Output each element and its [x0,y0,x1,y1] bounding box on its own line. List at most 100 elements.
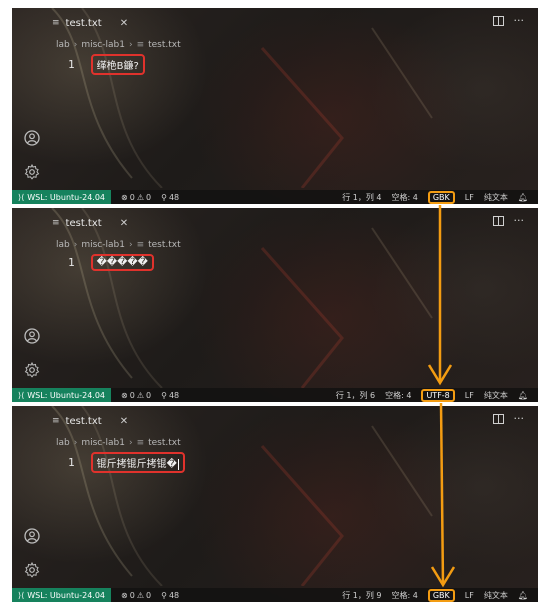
file-icon: ≡ [52,18,60,28]
breadcrumb-root[interactable]: lab [56,240,70,250]
remote-indicator[interactable]: ⟩⟨ WSL: Ubuntu-24.04 [12,190,112,204]
close-icon[interactable]: ✕ [120,218,128,229]
more-icon[interactable]: ··· [514,14,525,27]
ports-indicator[interactable]: ⚲ 48 [161,391,179,400]
eol-selector[interactable]: LF [465,391,474,400]
tab-filename: test.txt [65,217,102,229]
error-icon: ⊗ [121,390,128,400]
line-number: 1 [68,256,75,269]
problems-indicator[interactable]: ⊗ 0 ⚠ 0 [121,591,151,600]
line-number: 1 [68,456,75,469]
language-mode[interactable]: 纯文本 [484,192,508,203]
tab-filename: test.txt [65,17,102,29]
warning-icon: ⚠ [136,192,144,202]
file-icon: ≡ [52,218,60,228]
editor-tab[interactable]: ≡ test.txt ✕ [52,12,136,34]
ports-count: 48 [168,192,180,202]
bell-icon[interactable]: 🔔︎ [518,591,528,600]
breadcrumb-file[interactable]: test.txt [148,438,181,448]
breadcrumb-file[interactable]: test.txt [148,40,181,50]
editor-line[interactable]: 1 锟斤拷锟斤拷锟� [68,452,185,473]
split-editor-icon[interactable] [492,216,504,226]
error-count: 0 [129,390,135,400]
line-number: 1 [68,58,75,71]
indentation[interactable]: 空格: 4 [392,192,418,203]
gear-icon[interactable] [22,162,42,182]
remote-label: WSL: Ubuntu-24.04 [27,390,106,400]
problems-indicator[interactable]: ⊗ 0 ⚠ 0 [121,391,151,400]
eol-selector[interactable]: LF [465,193,474,202]
screenshot-panel-3: ≡ test.txt ✕ ··· lab › misc-lab1 › ≡ tes… [12,406,538,602]
indentation[interactable]: 空格: 4 [392,590,418,601]
error-count: 0 [129,590,135,600]
line-content-text: 锟斤拷锟斤拷锟� [96,459,177,470]
editor-tab[interactable]: ≡ test.txt ✕ [52,212,136,234]
cursor-position[interactable]: 行 1，列 6 [336,390,375,401]
text-cursor [177,458,179,470]
ports-indicator[interactable]: ⚲ 48 [161,193,179,202]
bell-icon[interactable]: 🔔︎ [518,391,528,400]
status-right: 行 1，列 6 空格: 4 UTF-8 LF 纯文本 🔔︎ [336,388,528,402]
cursor-position[interactable]: 行 1，列 4 [342,192,381,203]
editor-line[interactable]: 1 缂栬В鐮? [68,54,145,75]
chevron-right-icon: › [73,40,78,50]
ports-icon: ⚲ [161,390,167,400]
line-content[interactable]: 缂栬В鐮? [90,54,145,75]
problems-indicator[interactable]: ⊗ 0 ⚠ 0 [121,193,151,202]
file-icon: ≡ [136,240,145,250]
breadcrumb-file[interactable]: test.txt [148,240,181,250]
line-content-text: ����� [96,257,148,268]
ports-indicator[interactable]: ⚲ 48 [161,591,179,600]
background-artwork [51,8,433,188]
chevron-right-icon: › [73,438,78,448]
status-right: 行 1，列 9 空格: 4 GBK LF 纯文本 🔔︎ [342,588,528,602]
chevron-right-icon: › [128,438,133,448]
warning-count: 0 [145,390,152,400]
remote-indicator[interactable]: ⟩⟨ WSL: Ubuntu-24.04 [12,588,112,602]
line-content[interactable]: ����� [90,254,154,271]
line-content[interactable]: 锟斤拷锟斤拷锟� [90,452,185,473]
tab-filename: test.txt [65,415,102,427]
remote-label: WSL: Ubuntu-24.04 [27,590,106,600]
language-mode[interactable]: 纯文本 [484,390,508,401]
breadcrumb-root[interactable]: lab [56,438,70,448]
close-icon[interactable]: ✕ [120,18,128,29]
account-icon[interactable] [22,526,42,546]
gear-icon[interactable] [22,360,42,380]
breadcrumb-folder[interactable]: misc-lab1 [81,438,125,448]
more-icon[interactable]: ··· [514,214,525,227]
remote-indicator[interactable]: ⟩⟨ WSL: Ubuntu-24.04 [12,388,112,402]
breadcrumb: lab › misc-lab1 › ≡ test.txt [56,438,181,448]
cursor-position[interactable]: 行 1，列 9 [342,590,381,601]
language-mode[interactable]: 纯文本 [484,590,508,601]
account-icon[interactable] [22,128,42,148]
screenshot-panel-1: ≡ test.txt ✕ ··· lab › misc-lab1 › ≡ tes… [12,8,538,204]
encoding-selector[interactable]: GBK [427,588,455,602]
encoding-selector[interactable]: GBK [427,190,455,204]
warning-icon: ⚠ [136,390,144,400]
breadcrumb-folder[interactable]: misc-lab1 [81,240,125,250]
editor-line[interactable]: 1 ����� [68,254,154,271]
background-artwork [51,208,433,388]
split-editor-icon[interactable] [492,414,504,424]
chevron-right-icon: › [73,240,78,250]
encoding-selector[interactable]: UTF-8 [421,388,455,402]
close-icon[interactable]: ✕ [120,416,128,427]
gear-icon[interactable] [22,560,42,580]
more-icon[interactable]: ··· [514,412,525,425]
warning-icon: ⚠ [136,590,144,600]
file-icon: ≡ [136,40,145,50]
file-icon: ≡ [52,416,60,426]
bell-icon[interactable]: 🔔︎ [518,193,528,202]
warning-count: 0 [145,192,152,202]
editor-tab[interactable]: ≡ test.txt ✕ [52,410,136,432]
indentation[interactable]: 空格: 4 [385,390,411,401]
screenshot-panel-2: ≡ test.txt ✕ ··· lab › misc-lab1 › ≡ tes… [12,208,538,402]
eol-selector[interactable]: LF [465,591,474,600]
split-editor-icon[interactable] [492,16,504,26]
account-icon[interactable] [22,326,42,346]
remote-icon: ⟩⟨ [18,590,25,600]
breadcrumb-root[interactable]: lab [56,40,70,50]
breadcrumb-folder[interactable]: misc-lab1 [81,40,125,50]
background-artwork [51,406,433,586]
